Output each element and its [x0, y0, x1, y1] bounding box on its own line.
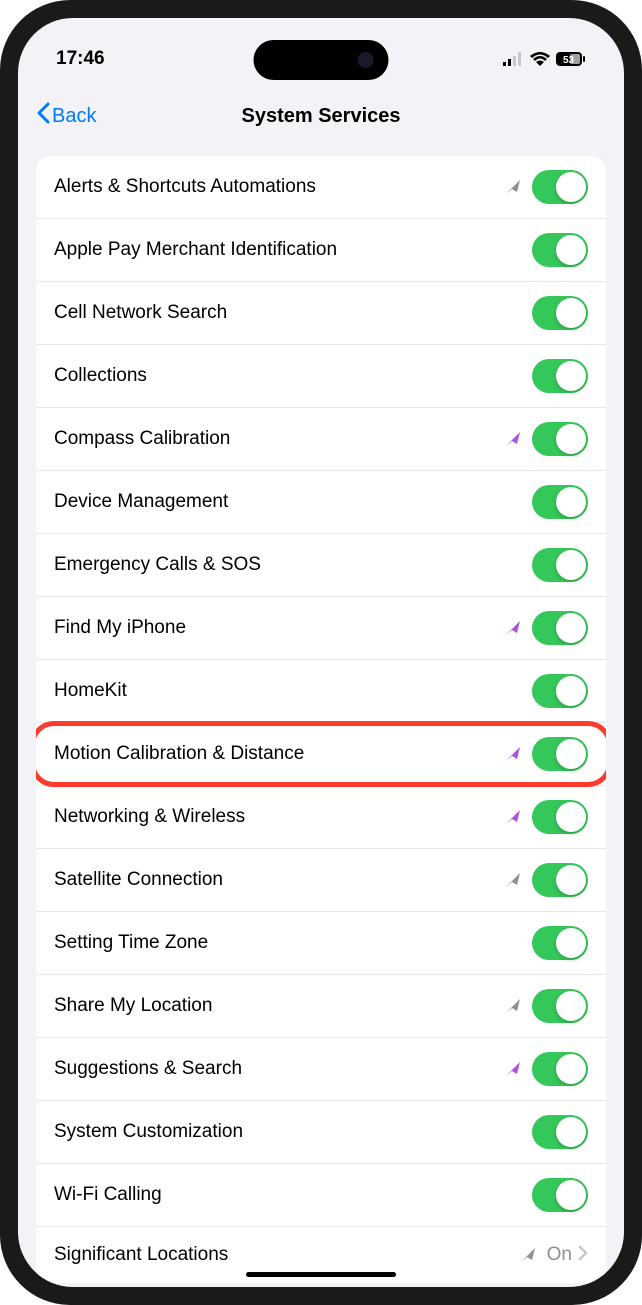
- row-label: Compass Calibration: [54, 428, 504, 450]
- row-share-my-location: Share My Location: [36, 975, 606, 1038]
- row-cell-network-search: Cell Network Search: [36, 282, 606, 345]
- row-apple-pay-merchant-identification: Apple Pay Merchant Identification: [36, 219, 606, 282]
- home-indicator[interactable]: [246, 1272, 396, 1277]
- toggle-apple-pay-merchant-identification[interactable]: [532, 233, 588, 267]
- row-label: Emergency Calls & SOS: [54, 554, 532, 576]
- row-label: Suggestions & Search: [54, 1058, 504, 1080]
- phone-frame: 17:46 53 Back System Services: [0, 0, 642, 1305]
- row-motion-calibration-distance: Motion Calibration & Distance: [36, 723, 606, 786]
- row-label: Wi-Fi Calling: [54, 1184, 532, 1206]
- wifi-icon: [530, 52, 550, 66]
- row-networking-wireless: Networking & Wireless: [36, 786, 606, 849]
- location-arrow-icon: [504, 745, 522, 763]
- row-label: System Customization: [54, 1121, 532, 1143]
- row-collections: Collections: [36, 345, 606, 408]
- toggle-device-management[interactable]: [532, 485, 588, 519]
- row-label: Setting Time Zone: [54, 932, 532, 954]
- row-label: Satellite Connection: [54, 869, 504, 891]
- settings-list: Alerts & Shortcuts Automations Apple Pay …: [36, 156, 606, 1283]
- volume-up-button: [0, 280, 1, 360]
- row-label: Device Management: [54, 491, 532, 513]
- location-arrow-icon: [504, 1060, 522, 1078]
- row-emergency-calls-sos: Emergency Calls & SOS: [36, 534, 606, 597]
- status-right: 53: [502, 52, 586, 66]
- toggle-share-my-location[interactable]: [532, 989, 588, 1023]
- row-wi-fi-calling: Wi-Fi Calling: [36, 1164, 606, 1227]
- toggle-networking-wireless[interactable]: [532, 800, 588, 834]
- toggle-compass-calibration[interactable]: [532, 422, 588, 456]
- silent-switch: [0, 200, 1, 240]
- row-label: Significant Locations: [54, 1244, 519, 1266]
- toggle-system-customization[interactable]: [532, 1115, 588, 1149]
- row-satellite-connection: Satellite Connection: [36, 849, 606, 912]
- battery-icon: 53: [556, 52, 586, 66]
- row-label: Cell Network Search: [54, 302, 532, 324]
- cellular-signal-icon: [502, 52, 524, 66]
- row-label: Share My Location: [54, 995, 504, 1017]
- row-label: Motion Calibration & Distance: [54, 743, 504, 765]
- toggle-collections[interactable]: [532, 359, 588, 393]
- dynamic-island: [254, 40, 389, 80]
- svg-text:53: 53: [563, 55, 575, 66]
- page-title: System Services: [241, 105, 400, 128]
- row-compass-calibration: Compass Calibration: [36, 408, 606, 471]
- location-arrow-icon: [504, 808, 522, 826]
- toggle-satellite-connection[interactable]: [532, 863, 588, 897]
- toggle-setting-time-zone[interactable]: [532, 926, 588, 960]
- status-time: 17:46: [56, 48, 105, 70]
- location-arrow-icon: [504, 430, 522, 448]
- row-suggestions-search: Suggestions & Search: [36, 1038, 606, 1101]
- toggle-cell-network-search[interactable]: [532, 296, 588, 330]
- chevron-right-icon: [578, 1245, 588, 1266]
- row-system-customization: System Customization: [36, 1101, 606, 1164]
- toggle-emergency-calls-sos[interactable]: [532, 548, 588, 582]
- chevron-left-icon: [36, 102, 50, 130]
- row-label: HomeKit: [54, 680, 532, 702]
- content: Alerts & Shortcuts Automations Apple Pay …: [18, 144, 624, 1287]
- toggle-motion-calibration-distance[interactable]: [532, 737, 588, 771]
- row-label: Find My iPhone: [54, 617, 504, 639]
- screen: 17:46 53 Back System Services: [18, 18, 624, 1287]
- row-value: On: [547, 1244, 572, 1266]
- section-header: PRODUCT IMPROVEMENT: [36, 1283, 606, 1287]
- row-device-management: Device Management: [36, 471, 606, 534]
- nav-bar: Back System Services: [18, 88, 624, 144]
- row-find-my-iphone: Find My iPhone: [36, 597, 606, 660]
- back-button[interactable]: Back: [36, 102, 96, 130]
- volume-down-button: [0, 380, 1, 460]
- row-setting-time-zone: Setting Time Zone: [36, 912, 606, 975]
- row-homekit: HomeKit: [36, 660, 606, 723]
- toggle-wi-fi-calling[interactable]: [532, 1178, 588, 1212]
- location-arrow-icon: [504, 997, 522, 1015]
- location-arrow-icon: [504, 178, 522, 196]
- row-label: Alerts & Shortcuts Automations: [54, 176, 504, 198]
- location-arrow-icon: [504, 871, 522, 889]
- back-label: Back: [52, 105, 96, 128]
- toggle-suggestions-search[interactable]: [532, 1052, 588, 1086]
- toggle-homekit[interactable]: [532, 674, 588, 708]
- row-label: Networking & Wireless: [54, 806, 504, 828]
- toggle-find-my-iphone[interactable]: [532, 611, 588, 645]
- toggle-alerts-shortcuts-automations[interactable]: [532, 170, 588, 204]
- row-label: Collections: [54, 365, 532, 387]
- location-arrow-icon: [519, 1246, 537, 1264]
- row-alerts-shortcuts-automations: Alerts & Shortcuts Automations: [36, 156, 606, 219]
- location-arrow-icon: [504, 619, 522, 637]
- row-label: Apple Pay Merchant Identification: [54, 239, 532, 261]
